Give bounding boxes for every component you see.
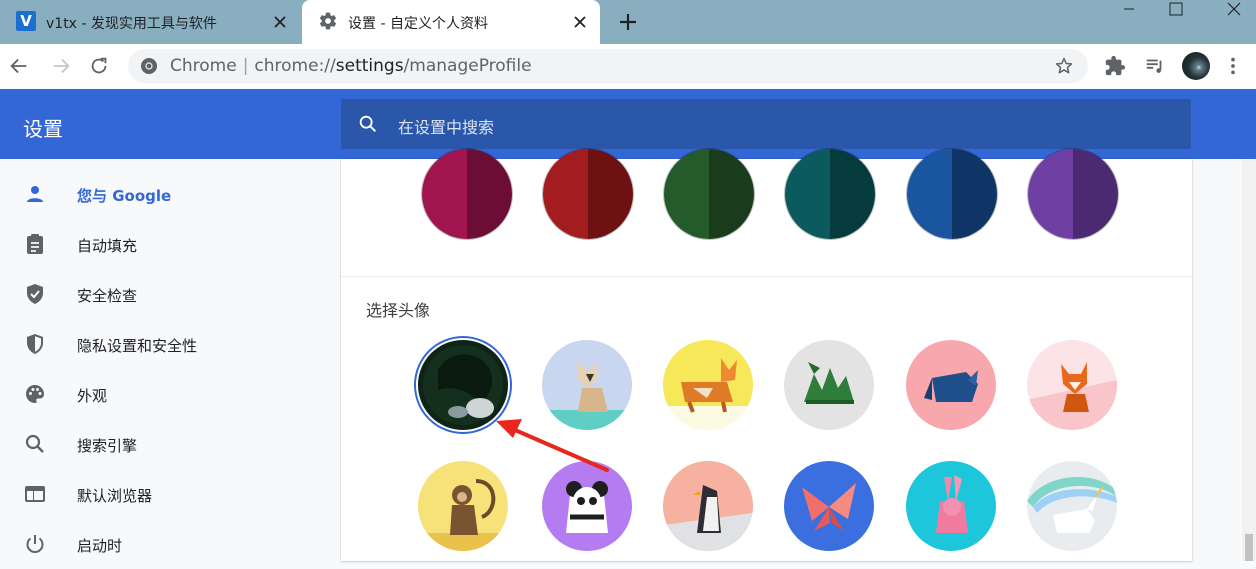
origami-panda-avatar[interactable] bbox=[542, 461, 632, 551]
search-icon bbox=[25, 434, 44, 453]
sidebar-item-label: 您与 Google bbox=[77, 187, 172, 205]
reload-icon[interactable] bbox=[88, 55, 110, 77]
url-host: settings bbox=[335, 56, 404, 76]
theme-color-option[interactable] bbox=[663, 148, 755, 240]
url-text: Chrome | chrome://settings/manageProfile bbox=[170, 56, 532, 76]
close-window-icon[interactable] bbox=[1210, 0, 1256, 26]
media-queue-icon[interactable] bbox=[1144, 55, 1166, 77]
sidebar-item-search-engine[interactable]: 搜索引擎 bbox=[0, 419, 320, 469]
sidebar-item-on-startup[interactable]: 启动时 bbox=[0, 519, 320, 569]
section-divider bbox=[341, 276, 1192, 277]
bookmark-star-icon[interactable] bbox=[1054, 56, 1074, 76]
theme-color-option[interactable] bbox=[542, 148, 634, 240]
power-icon bbox=[26, 535, 44, 553]
sidebar-item-label: 安全检查 bbox=[77, 287, 138, 305]
sidebar-item-label: 外观 bbox=[77, 387, 108, 405]
tab-settings[interactable]: 设置 - 自定义个人资料 bbox=[302, 0, 600, 44]
sidebar-item-label: 默认浏览器 bbox=[77, 487, 153, 505]
current-photo-avatar[interactable] bbox=[418, 340, 508, 430]
person-icon bbox=[27, 186, 43, 202]
address-bar[interactable]: Chrome | chrome://settings/manageProfile bbox=[128, 49, 1088, 83]
v1tx-favicon-icon: V bbox=[16, 11, 36, 31]
close-tab-icon[interactable] bbox=[570, 12, 590, 32]
close-tab-icon[interactable] bbox=[270, 12, 290, 32]
avatar-section-label: 选择头像 bbox=[366, 301, 431, 320]
origami-fox-avatar[interactable] bbox=[1027, 340, 1117, 430]
theme-color-option[interactable] bbox=[1027, 148, 1119, 240]
sidebar-item-appearance[interactable]: 外观 bbox=[0, 369, 320, 419]
origami-penguin-avatar[interactable] bbox=[663, 461, 753, 551]
tab-title: 设置 - 自定义个人资料 bbox=[348, 16, 488, 32]
tab-v1tx[interactable]: V v1tx - 发现实用工具与软件 bbox=[0, 0, 300, 44]
sidebar-item-you-and-google[interactable]: 您与 Google bbox=[0, 169, 320, 219]
sidebar-item-default-browser[interactable]: 默认浏览器 bbox=[0, 469, 320, 519]
sidebar-item-label: 自动填充 bbox=[77, 237, 138, 255]
origami-butterfly-avatar[interactable] bbox=[784, 461, 874, 551]
chrome-logo-icon bbox=[141, 58, 157, 74]
theme-color-option[interactable] bbox=[784, 148, 876, 240]
search-placeholder: 在设置中搜索 bbox=[398, 118, 495, 137]
sidebar-item-safety-check[interactable]: 安全检查 bbox=[0, 269, 320, 319]
url-scheme: chrome:// bbox=[254, 56, 336, 76]
theme-color-option[interactable] bbox=[906, 148, 998, 240]
manage-profile-card: 选择头像 bbox=[341, 148, 1192, 561]
origami-cat-avatar[interactable] bbox=[542, 340, 632, 430]
origami-corgi-avatar[interactable] bbox=[663, 340, 753, 430]
origami-dragon-avatar[interactable] bbox=[784, 340, 874, 430]
page-title: 设置 bbox=[23, 117, 63, 141]
minimize-icon[interactable] bbox=[1106, 0, 1152, 26]
origami-unicorn-avatar[interactable] bbox=[1027, 461, 1117, 551]
sidebar-item-privacy[interactable]: 隐私设置和安全性 bbox=[0, 319, 320, 369]
tab-title: v1tx - 发现实用工具与软件 bbox=[46, 16, 217, 32]
maximize-icon[interactable] bbox=[1152, 0, 1198, 26]
origami-rabbit-avatar[interactable] bbox=[906, 461, 996, 551]
origami-elephant-avatar[interactable] bbox=[906, 340, 996, 430]
profile-avatar-button[interactable] bbox=[1182, 52, 1210, 80]
page-scrollbar[interactable] bbox=[1242, 159, 1256, 561]
omnibox-host-label: Chrome bbox=[170, 56, 237, 76]
back-arrow-icon[interactable] bbox=[8, 55, 30, 77]
theme-color-option[interactable] bbox=[421, 148, 513, 240]
sidebar-item-label: 启动时 bbox=[77, 537, 123, 555]
forward-arrow-icon[interactable] bbox=[50, 55, 72, 77]
url-path: /manageProfile bbox=[403, 56, 532, 76]
search-icon bbox=[359, 115, 377, 133]
settings-sidebar: 您与 Google 自动填充 安全检查 隐私设置和安全性 外观 搜索引擎 默认浏… bbox=[0, 159, 320, 561]
clipboard-icon bbox=[27, 234, 43, 254]
browser-toolbar: Chrome | chrome://settings/manageProfile bbox=[0, 44, 1256, 89]
browser-icon bbox=[25, 486, 45, 502]
settings-search-input[interactable]: 在设置中搜索 bbox=[341, 99, 1191, 149]
origami-monkey-avatar[interactable] bbox=[418, 461, 508, 551]
shield-half-icon bbox=[27, 334, 43, 354]
sidebar-item-autofill[interactable]: 自动填充 bbox=[0, 219, 320, 269]
palette-icon bbox=[26, 385, 44, 403]
sidebar-item-label: 隐私设置和安全性 bbox=[77, 337, 198, 355]
tab-strip: V v1tx - 发现实用工具与软件 设置 - 自定义个人资料 bbox=[0, 0, 1256, 44]
new-tab-icon[interactable] bbox=[614, 8, 642, 36]
scrollbar-thumb[interactable] bbox=[1245, 534, 1253, 561]
shield-check-icon bbox=[27, 284, 43, 304]
extensions-puzzle-icon[interactable] bbox=[1104, 55, 1126, 77]
sidebar-item-label: 搜索引擎 bbox=[77, 437, 138, 455]
more-menu-icon[interactable] bbox=[1222, 55, 1244, 77]
gear-icon bbox=[319, 12, 337, 30]
